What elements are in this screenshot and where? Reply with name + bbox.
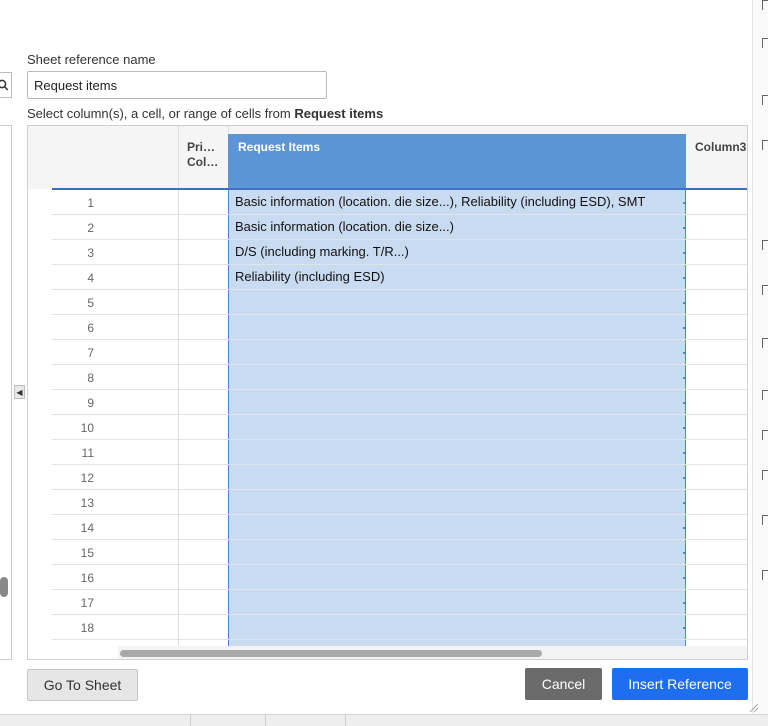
row-divider	[52, 339, 747, 340]
column-resize-dot	[683, 327, 685, 329]
sheet-grid[interactable]: Pri… Col… Column3 Request Items 12345678…	[27, 125, 748, 660]
status-bar	[0, 714, 768, 726]
select-instruction-text: Select column(s), a cell, or range of ce…	[27, 106, 295, 121]
column-header-request-items-label: Request Items	[238, 140, 321, 154]
column-resize-dot	[683, 452, 685, 454]
insert-reference-button[interactable]: Insert Reference	[612, 668, 748, 700]
row-divider	[52, 289, 747, 290]
column-resize-dot	[683, 552, 685, 554]
right-edge-glyph	[762, 390, 768, 400]
column-resize-dot	[683, 202, 685, 204]
right-edge-glyph	[762, 515, 768, 525]
column-divider	[178, 126, 179, 659]
column-resize-dot	[683, 427, 685, 429]
chevron-left-icon: ◀	[16, 387, 23, 397]
row-divider	[52, 539, 747, 540]
row-number[interactable]: 5	[52, 296, 178, 310]
row-divider	[52, 564, 747, 565]
row-number[interactable]: 15	[52, 546, 178, 560]
row-divider	[52, 389, 747, 390]
right-edge-glyph	[762, 285, 768, 295]
column-resize-dot	[683, 302, 685, 304]
request-items-cell[interactable]: Basic information (location. die size...…	[235, 219, 454, 234]
column-resize-dot	[683, 627, 685, 629]
column-resize-dot	[683, 402, 685, 404]
right-edge-glyph	[762, 0, 768, 10]
status-divider	[345, 715, 346, 726]
column-resize-dot	[683, 377, 685, 379]
row-number[interactable]: 9	[52, 396, 178, 410]
column-resize-dot	[683, 577, 685, 579]
selected-column-request-items[interactable]	[228, 134, 686, 659]
row-number[interactable]: 12	[52, 471, 178, 485]
cancel-button[interactable]: Cancel	[525, 668, 602, 700]
column-header-primary-line1: Pri…	[187, 140, 216, 154]
row-number[interactable]: 10	[52, 421, 178, 435]
right-edge-glyph	[762, 570, 768, 580]
column-resize-dot	[683, 227, 685, 229]
column-header-column3[interactable]: Column3	[695, 140, 746, 155]
search-button[interactable]	[0, 72, 12, 98]
row-divider	[52, 439, 747, 440]
row-number[interactable]: 16	[52, 571, 178, 585]
row-number[interactable]: 3	[52, 246, 178, 260]
select-instruction-sheet-name: Request items	[294, 106, 384, 121]
row-divider	[52, 639, 747, 640]
row-divider	[52, 264, 747, 265]
left-scrollbar-thumb[interactable]	[0, 577, 8, 597]
right-edge-glyph	[762, 470, 768, 480]
sheet-reference-input[interactable]	[27, 71, 327, 99]
row-divider	[52, 464, 747, 465]
row-divider	[52, 414, 747, 415]
row-divider	[52, 489, 747, 490]
row-number[interactable]: 2	[52, 221, 178, 235]
collapse-panel-button[interactable]: ◀	[14, 385, 25, 399]
row-divider	[52, 589, 747, 590]
right-panel-edge	[752, 0, 768, 726]
row-number[interactable]: 11	[52, 446, 178, 460]
request-items-cell[interactable]: D/S (including marking. T/R...)	[235, 244, 409, 259]
row-number[interactable]: 4	[52, 271, 178, 285]
header-underline	[52, 188, 747, 190]
right-edge-glyph	[762, 338, 768, 348]
right-edge-glyph	[762, 95, 768, 105]
column-resize-dot	[683, 277, 685, 279]
request-items-cell[interactable]: Reliability (including ESD)	[235, 269, 385, 284]
row-number[interactable]: 17	[52, 596, 178, 610]
column-header-primary[interactable]: Pri… Col…	[187, 140, 218, 170]
go-to-sheet-button[interactable]: Go To Sheet	[27, 669, 138, 701]
sheet-reference-label: Sheet reference name	[27, 52, 156, 67]
column-resize-dot	[683, 602, 685, 604]
row-divider	[52, 614, 747, 615]
row-number[interactable]: 1	[52, 196, 178, 210]
row-number[interactable]: 8	[52, 371, 178, 385]
row-number[interactable]: 13	[52, 496, 178, 510]
column-resize-dot	[683, 477, 685, 479]
right-edge-glyph	[762, 140, 768, 150]
column-resize-dot	[683, 252, 685, 254]
row-number[interactable]: 18	[52, 621, 178, 635]
right-edge-glyph	[762, 430, 768, 440]
column-header-primary-line2: Col…	[187, 155, 219, 169]
row-divider	[52, 214, 747, 215]
row-number[interactable]: 6	[52, 321, 178, 335]
column-resize-dot	[683, 502, 685, 504]
right-edge-glyph	[762, 38, 768, 48]
row-number[interactable]: 7	[52, 346, 178, 360]
column-resize-dot	[683, 352, 685, 354]
row-number[interactable]: 14	[52, 521, 178, 535]
status-divider	[190, 715, 191, 726]
search-icon	[0, 79, 9, 91]
resize-grip-icon[interactable]	[749, 703, 759, 713]
row-divider	[52, 314, 747, 315]
row-divider	[52, 364, 747, 365]
select-instruction: Select column(s), a cell, or range of ce…	[27, 106, 383, 121]
status-divider	[265, 715, 266, 726]
row-divider	[52, 514, 747, 515]
row-divider	[52, 239, 747, 240]
column-resize-dot	[683, 527, 685, 529]
request-items-cell[interactable]: Basic information (location. die size...…	[235, 194, 645, 209]
horizontal-scrollbar-thumb[interactable]	[120, 650, 542, 657]
right-edge-glyph	[762, 240, 768, 250]
